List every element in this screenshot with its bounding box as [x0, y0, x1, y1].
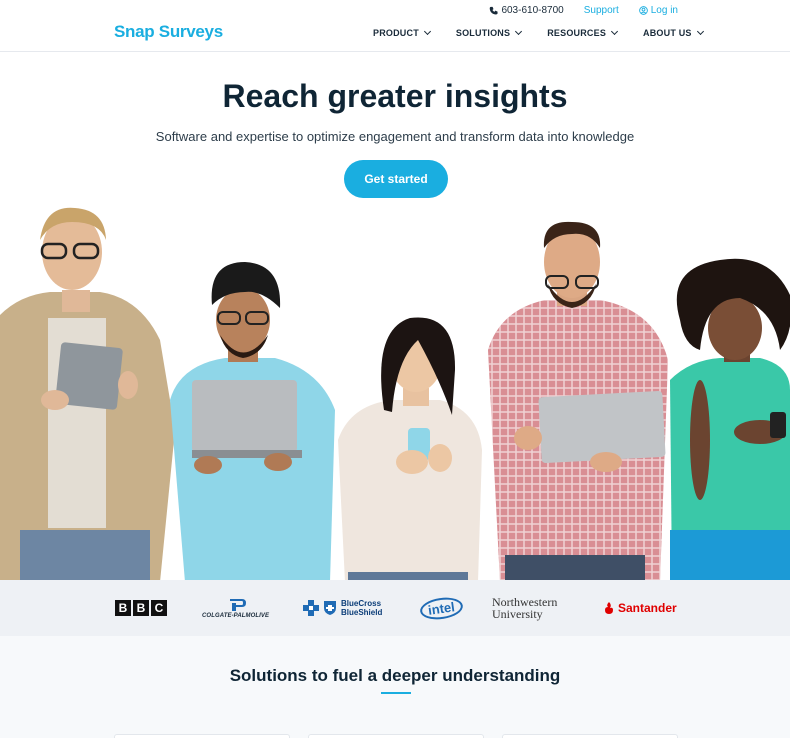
snap-surveys-logo[interactable]: Snap Surveys	[114, 22, 223, 42]
person-tablet	[0, 207, 175, 582]
person-phone-curly	[670, 258, 790, 582]
get-started-button[interactable]: Get started	[344, 160, 448, 198]
chevron-down-icon	[696, 27, 704, 36]
login-link[interactable]: Log in	[638, 5, 678, 16]
hero-title: Reach greater insights	[222, 78, 568, 114]
nav-about-us[interactable]: ABOUT US	[643, 27, 704, 38]
intel-text: intel	[418, 594, 464, 622]
bcbs-text-block: BlueCross BlueShield	[341, 599, 382, 617]
client-logos-strip: B B C COLGATE-PALMOLIVE BlueCross BlueSh…	[0, 580, 790, 636]
bbc-logo: B B C	[115, 580, 167, 636]
blue-cross-icon	[303, 600, 319, 616]
northwestern-logo: Northwestern University	[492, 580, 557, 636]
hero-subtitle: Software and expertise to optimize engag…	[155, 129, 635, 144]
bluecross-blueshield-logo: BlueCross BlueShield	[303, 580, 382, 636]
top-utility-bar: 603-610-8700 Support Log in	[489, 5, 678, 16]
phone-icon	[490, 6, 498, 15]
santander-text: Santander	[618, 601, 677, 615]
bbc-letter: C	[151, 600, 167, 616]
person-laptop-turban	[170, 262, 335, 582]
solutions-title: Solutions to fuel a deeper understanding	[229, 666, 561, 685]
blue-shield-icon	[324, 601, 336, 615]
support-link[interactable]: Support	[584, 5, 619, 16]
colgate-text: COLGATE-PALMOLIVE	[202, 613, 270, 619]
nav-about-us-label: ABOUT US	[643, 28, 692, 38]
nav-product[interactable]: PRODUCT	[373, 27, 431, 38]
solution-card[interactable]	[308, 734, 484, 738]
bbc-letter: B	[115, 600, 131, 616]
main-nav: PRODUCT SOLUTIONS RESOURCES ABOUT US	[373, 27, 704, 38]
person-laptop-plaid	[488, 221, 668, 582]
intel-logo: intel	[418, 580, 464, 636]
title-underline	[381, 692, 411, 694]
login-label: Log in	[650, 5, 678, 16]
bcbs-line-2: BlueShield	[341, 608, 383, 617]
solution-card[interactable]	[502, 734, 678, 738]
person-phone-woman	[338, 317, 482, 582]
nav-solutions[interactable]: SOLUTIONS	[455, 27, 523, 38]
chevron-down-icon	[515, 27, 523, 36]
phone-link[interactable]: 603-610-8700	[489, 5, 564, 16]
nav-solutions-label: SOLUTIONS	[455, 28, 511, 38]
chevron-down-icon	[610, 27, 619, 36]
nav-resources-label: RESOURCES	[547, 28, 607, 38]
bbc-letter: B	[133, 600, 149, 616]
flame-icon	[605, 602, 613, 614]
solution-card[interactable]	[114, 734, 290, 738]
colgate-logo: COLGATE-PALMOLIVE	[202, 580, 269, 636]
nav-product-label: PRODUCT	[373, 28, 419, 38]
solutions-section: Solutions to fuel a deeper understanding	[0, 636, 790, 738]
site-header: 603-610-8700 Support Log in Snap Surveys…	[0, 0, 790, 52]
phone-number: 603-610-8700	[501, 5, 564, 16]
colgate-mark-icon	[229, 599, 246, 611]
hero-people-image	[0, 207, 790, 582]
user-icon	[638, 6, 648, 15]
santander-logo: Santander	[603, 580, 677, 636]
nwu-line-2: University	[492, 607, 543, 621]
chevron-down-icon	[423, 27, 431, 36]
nav-resources[interactable]: RESOURCES	[547, 27, 619, 38]
bcbs-line-1: BlueCross	[341, 599, 382, 608]
